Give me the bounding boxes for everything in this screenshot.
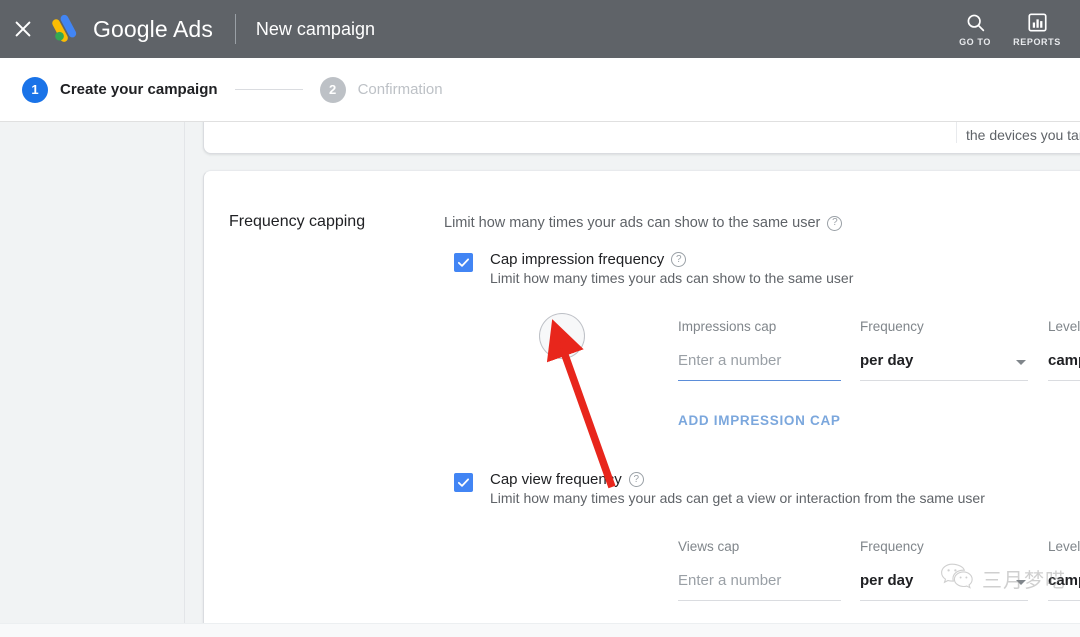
help-icon[interactable]: ? bbox=[827, 215, 843, 231]
impression-frequency-field: Frequency per day bbox=[860, 319, 1038, 381]
cap-impression-frequency-group: Cap impression frequency ? Limit how man… bbox=[454, 251, 1080, 428]
reports-bar-chart-icon bbox=[1027, 10, 1048, 34]
cap-view-frequency-checkbox-row[interactable]: Cap view frequency ? Limit how many time… bbox=[454, 471, 985, 506]
step-confirmation[interactable]: 2 Confirmation bbox=[319, 76, 443, 103]
step-1-label: Create your campaign bbox=[60, 81, 218, 98]
impression-frequency-underline bbox=[860, 380, 1028, 381]
app-bar: Google Ads New campaign GO TO REPORTS bbox=[0, 0, 1080, 58]
view-level-underline bbox=[1048, 600, 1080, 601]
frequency-capping-card: Frequency capping Limit how many times y… bbox=[203, 170, 1080, 637]
cap-impression-frequency-subtitle: Limit how many times your ads can show t… bbox=[490, 270, 854, 286]
views-cap-label: Views cap bbox=[678, 539, 740, 554]
frequency-capping-description-text: Limit how many times your ads can show t… bbox=[444, 215, 821, 231]
cap-view-frequency-title-row: Cap view frequency ? bbox=[490, 471, 985, 488]
cap-impression-frequency-checkbox[interactable] bbox=[454, 253, 473, 272]
campaign-stepper: 1 Create your campaign 2 Confirmation bbox=[0, 58, 1080, 122]
content-bottom-strip bbox=[0, 623, 1080, 637]
cap-impression-frequency-texts: Cap impression frequency ? Limit how man… bbox=[490, 251, 853, 286]
previous-card-partial-text: the devices you tar bbox=[966, 127, 1080, 143]
impression-level-value: campaign bbox=[1048, 351, 1080, 369]
impression-cap-fields-row: Impressions cap Enter a number Frequency… bbox=[678, 319, 1080, 381]
impression-frequency-label: Frequency bbox=[860, 319, 924, 334]
impressions-cap-field: Impressions cap Enter a number bbox=[678, 319, 850, 381]
help-icon[interactable]: ? bbox=[671, 252, 687, 267]
view-frequency-value: per day bbox=[860, 571, 914, 589]
views-cap-placeholder: Enter a number bbox=[678, 571, 782, 589]
view-level-select[interactable]: campaign bbox=[1048, 568, 1080, 601]
cap-impression-frequency-label: Cap impression frequency bbox=[490, 251, 665, 268]
add-impression-cap-link[interactable]: ADD IMPRESSION CAP bbox=[678, 413, 841, 428]
cap-impression-frequency-title-row: Cap impression frequency ? bbox=[490, 251, 853, 268]
cap-view-frequency-texts: Cap view frequency ? Limit how many time… bbox=[490, 471, 985, 506]
view-level-label: Level bbox=[1048, 539, 1080, 554]
impression-level-field: Level campaign bbox=[1048, 319, 1080, 381]
step-1-number: 1 bbox=[22, 76, 48, 103]
view-cap-fields-row: Views cap Enter a number Frequency per d… bbox=[678, 539, 1080, 601]
impressions-cap-underline bbox=[678, 379, 841, 381]
checkmark-icon bbox=[457, 478, 470, 487]
chevron-down-icon[interactable] bbox=[1016, 360, 1026, 365]
appbar-divider bbox=[234, 14, 236, 44]
brand-title: Google Ads bbox=[93, 15, 213, 42]
checkmark-icon bbox=[457, 258, 470, 267]
help-icon[interactable]: ? bbox=[628, 472, 644, 487]
stepper-connector bbox=[234, 89, 303, 90]
reports-label: REPORTS bbox=[1013, 37, 1061, 47]
close-button[interactable] bbox=[0, 0, 46, 58]
step-2-label: Confirmation bbox=[357, 81, 443, 98]
view-frequency-label: Frequency bbox=[860, 539, 924, 554]
close-icon bbox=[13, 19, 33, 39]
campaign-settings-content: the devices you tar Frequency capping Li… bbox=[0, 122, 1080, 637]
impressions-cap-label: Impressions cap bbox=[678, 319, 777, 334]
left-rail bbox=[0, 122, 185, 637]
frequency-capping-description: Limit how many times your ads can show t… bbox=[444, 215, 843, 231]
frequency-capping-title: Frequency capping bbox=[229, 213, 366, 230]
step-create-your-campaign[interactable]: 1 Create your campaign bbox=[22, 76, 218, 103]
impressions-cap-input[interactable]: Enter a number bbox=[678, 348, 850, 381]
views-cap-field: Views cap Enter a number bbox=[678, 539, 850, 601]
view-frequency-select[interactable]: per day bbox=[860, 568, 1038, 601]
view-frequency-field: Frequency per day bbox=[860, 539, 1038, 601]
chevron-down-icon[interactable] bbox=[1016, 580, 1026, 585]
cap-impression-frequency-checkbox-row[interactable]: Cap impression frequency ? Limit how man… bbox=[454, 251, 853, 286]
view-level-field: Level campaign bbox=[1048, 539, 1080, 601]
impression-frequency-select[interactable]: per day bbox=[860, 348, 1038, 381]
impression-frequency-value: per day bbox=[860, 351, 914, 369]
google-ads-logo-icon bbox=[48, 12, 82, 46]
view-frequency-underline bbox=[860, 600, 1028, 601]
cap-view-frequency-group: Cap view frequency ? Limit how many time… bbox=[454, 471, 1080, 637]
cap-view-frequency-checkbox[interactable] bbox=[454, 473, 473, 492]
go-to-label: GO TO bbox=[959, 37, 991, 47]
views-cap-underline bbox=[678, 600, 841, 601]
google-ads-new-campaign-screen: Google Ads New campaign GO TO REPORTS 1 … bbox=[0, 0, 1080, 637]
previous-card-divider bbox=[956, 122, 957, 143]
go-to-button[interactable]: GO TO bbox=[944, 6, 1006, 47]
step-2-number: 2 bbox=[319, 76, 346, 103]
app-bar-actions: GO TO REPORTS bbox=[944, 0, 1080, 58]
view-level-value: campaign bbox=[1048, 571, 1080, 589]
impressions-cap-placeholder: Enter a number bbox=[678, 351, 782, 369]
search-icon bbox=[965, 10, 986, 34]
previous-settings-card: the devices you tar bbox=[203, 122, 1080, 154]
page-context-title: New campaign bbox=[255, 18, 375, 39]
cap-view-frequency-label: Cap view frequency bbox=[490, 471, 622, 488]
reports-button[interactable]: REPORTS bbox=[1006, 6, 1068, 47]
impression-level-select[interactable]: campaign bbox=[1048, 348, 1080, 381]
google-ads-logo-link[interactable]: Google Ads bbox=[48, 12, 213, 46]
impression-level-underline bbox=[1048, 380, 1080, 381]
views-cap-input[interactable]: Enter a number bbox=[678, 568, 850, 601]
cap-view-frequency-subtitle: Limit how many times your ads can get a … bbox=[490, 490, 985, 506]
impression-level-label: Level bbox=[1048, 319, 1080, 334]
